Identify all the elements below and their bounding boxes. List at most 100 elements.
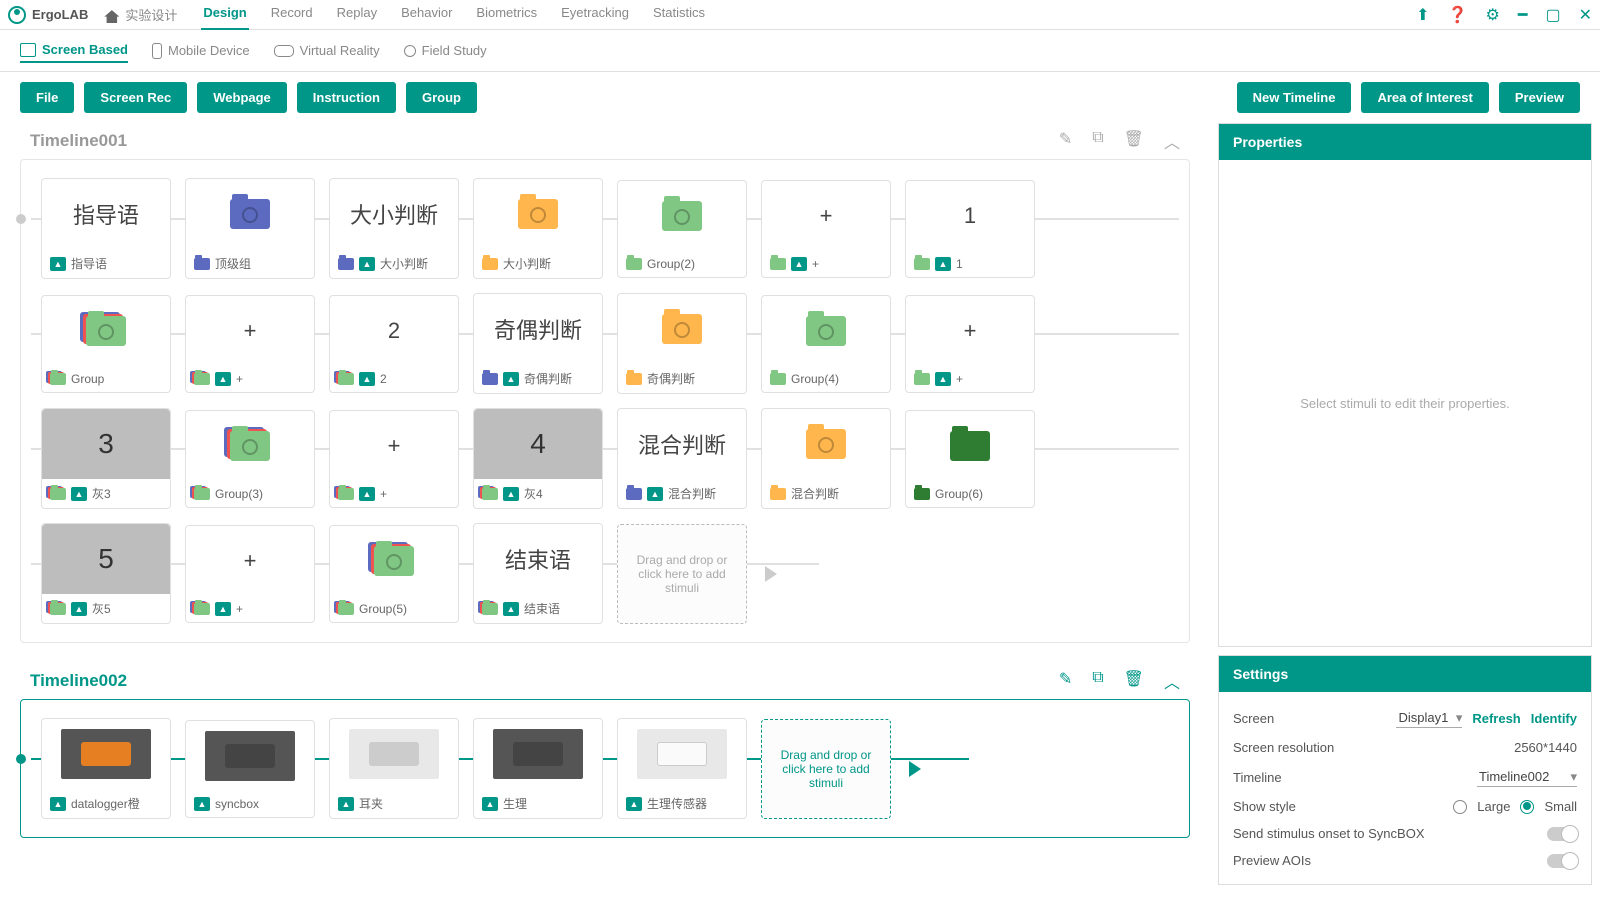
instruction-button[interactable]: Instruction bbox=[297, 82, 396, 113]
subnav-vr[interactable]: Virtual Reality bbox=[274, 38, 380, 63]
stimulus-node[interactable]: ▲生理 bbox=[473, 718, 603, 819]
stimulus-node[interactable]: +▲+ bbox=[329, 410, 459, 508]
folder-stack-icon bbox=[482, 603, 498, 615]
stimulus-node[interactable]: Group(4) bbox=[761, 295, 891, 393]
preview-button[interactable]: Preview bbox=[1499, 82, 1580, 113]
stimulus-node[interactable]: ▲生理传感器 bbox=[617, 718, 747, 819]
stimulus-node[interactable]: +▲+ bbox=[905, 295, 1035, 393]
folder-icon bbox=[806, 316, 846, 346]
stimulus-node[interactable]: 结束语▲结束语 bbox=[473, 523, 603, 624]
subnav-mobile[interactable]: Mobile Device bbox=[152, 38, 250, 63]
subnav-screen-based[interactable]: Screen Based bbox=[20, 38, 128, 63]
aoi-button[interactable]: Area of Interest bbox=[1361, 82, 1488, 113]
syncbox-toggle[interactable] bbox=[1547, 827, 1577, 841]
maximize-icon[interactable]: ▢ bbox=[1545, 5, 1560, 25]
timeline-body[interactable]: 指导语▲指导语 顶级组 大小判断▲大小判断 大小判断 Group(2) +▲+ … bbox=[20, 159, 1190, 643]
stimulus-node[interactable]: ▲datalogger橙 bbox=[41, 718, 171, 819]
stimulus-node[interactable]: Group bbox=[41, 295, 171, 393]
tab-record[interactable]: Record bbox=[269, 0, 315, 30]
edit-icon[interactable]: ✎ bbox=[1059, 129, 1072, 153]
stimulus-node[interactable]: 大小判断▲大小判断 bbox=[329, 178, 459, 279]
stimulus-node[interactable]: ▲耳夹 bbox=[329, 718, 459, 819]
help-icon[interactable]: ❓ bbox=[1448, 5, 1468, 25]
timeline-dropdown[interactable]: Timeline002 bbox=[1477, 767, 1577, 787]
stimulus-node[interactable]: 指导语▲指导语 bbox=[41, 178, 171, 279]
folder-stack-icon bbox=[194, 488, 210, 500]
tab-biometrics[interactable]: Biometrics bbox=[474, 0, 539, 30]
tab-design[interactable]: Design bbox=[201, 0, 248, 30]
group-button[interactable]: Group bbox=[406, 82, 477, 113]
stimulus-node[interactable]: +▲+ bbox=[761, 180, 891, 278]
tab-eyetracking[interactable]: Eyetracking bbox=[559, 0, 631, 30]
copy-icon[interactable]: ⧉ bbox=[1092, 129, 1103, 153]
stimulus-node[interactable]: 2▲2 bbox=[329, 295, 459, 393]
stimulus-node[interactable]: Group(6) bbox=[905, 410, 1035, 508]
radio-small[interactable] bbox=[1520, 800, 1534, 814]
thumbnail-icon bbox=[493, 729, 583, 779]
stimulus-node[interactable]: 3▲灰3 bbox=[41, 408, 171, 509]
tab-replay[interactable]: Replay bbox=[335, 0, 379, 30]
tab-statistics[interactable]: Statistics bbox=[651, 0, 707, 30]
folder-icon bbox=[338, 258, 354, 270]
right-panels: Properties Select stimuli to edit their … bbox=[1210, 123, 1600, 893]
stimulus-node[interactable]: Group(5) bbox=[329, 525, 459, 623]
collapse-icon[interactable]: ︿ bbox=[1164, 669, 1180, 693]
folder-stack-icon bbox=[50, 488, 66, 500]
folder-stack-icon bbox=[338, 488, 354, 500]
stimulus-node[interactable]: 1▲1 bbox=[905, 180, 1035, 278]
folder-icon bbox=[482, 373, 498, 385]
stimulus-node[interactable]: +▲+ bbox=[185, 525, 315, 623]
drop-zone[interactable]: Drag and drop or click here to add stimu… bbox=[617, 524, 747, 624]
refresh-link[interactable]: Refresh bbox=[1472, 711, 1520, 726]
timeline-body[interactable]: ▲datalogger橙 ▲syncbox ▲耳夹 ▲生理 ▲生理传感器 Dra… bbox=[20, 699, 1190, 838]
stimulus-node[interactable]: 混合判断▲混合判断 bbox=[617, 408, 747, 509]
webpage-button[interactable]: Webpage bbox=[197, 82, 287, 113]
radio-large[interactable] bbox=[1453, 800, 1467, 814]
image-icon: ▲ bbox=[215, 372, 231, 386]
stimulus-node[interactable]: 顶级组 bbox=[185, 178, 315, 279]
folder-icon bbox=[626, 258, 642, 270]
preview-aoi-toggle[interactable] bbox=[1547, 854, 1577, 868]
stimulus-node[interactable]: 奇偶判断▲奇偶判断 bbox=[473, 293, 603, 394]
identify-link[interactable]: Identify bbox=[1531, 711, 1577, 726]
folder-stack-icon bbox=[338, 373, 354, 385]
new-timeline-button[interactable]: New Timeline bbox=[1237, 82, 1352, 113]
gear-icon[interactable]: ⚙ bbox=[1485, 5, 1499, 25]
stimulus-node[interactable]: +▲+ bbox=[185, 295, 315, 393]
delete-icon[interactable]: 🗑 bbox=[1124, 129, 1144, 153]
stimulus-node[interactable]: 奇偶判断 bbox=[617, 293, 747, 394]
screen-dropdown[interactable]: Display1 bbox=[1396, 708, 1462, 728]
folder-icon bbox=[626, 488, 642, 500]
image-icon: ▲ bbox=[71, 487, 87, 501]
folder-icon bbox=[482, 258, 498, 270]
stimulus-node[interactable]: Group(2) bbox=[617, 180, 747, 278]
stimulus-node[interactable]: ▲syncbox bbox=[185, 720, 315, 818]
timeline-actions: ✎ ⧉ 🗑 ︿ bbox=[1059, 669, 1180, 693]
image-icon: ▲ bbox=[215, 602, 231, 616]
minimize-icon[interactable]: ━ bbox=[1518, 5, 1528, 25]
drop-zone[interactable]: Drag and drop or click here to add stimu… bbox=[761, 719, 891, 819]
tab-experiment-design[interactable]: 实验设计 bbox=[102, 0, 181, 30]
canvas-area: Timeline001 ✎ ⧉ 🗑 ︿ 指导语▲指导语 顶级组 大小判断▲大小判… bbox=[0, 123, 1210, 893]
tab-behavior[interactable]: Behavior bbox=[399, 0, 454, 30]
top-tabs: 实验设计 Design Record Replay Behavior Biome… bbox=[102, 0, 1416, 30]
stimulus-node[interactable]: 混合判断 bbox=[761, 408, 891, 509]
folder-icon bbox=[518, 199, 558, 229]
image-icon: ▲ bbox=[50, 797, 66, 811]
edit-icon[interactable]: ✎ bbox=[1059, 669, 1072, 693]
mobile-icon bbox=[152, 43, 162, 59]
stimulus-node[interactable]: 4▲灰4 bbox=[473, 408, 603, 509]
image-icon: ▲ bbox=[935, 257, 951, 271]
subnav-field[interactable]: Field Study bbox=[404, 38, 487, 63]
screenrec-button[interactable]: Screen Rec bbox=[84, 82, 187, 113]
file-button[interactable]: File bbox=[20, 82, 74, 113]
stimulus-node[interactable]: 大小判断 bbox=[473, 178, 603, 279]
upload-icon[interactable]: ⬆ bbox=[1416, 5, 1429, 25]
collapse-icon[interactable]: ︿ bbox=[1164, 129, 1180, 153]
stimulus-node[interactable]: Group(3) bbox=[185, 410, 315, 508]
copy-icon[interactable]: ⧉ bbox=[1092, 669, 1103, 693]
stimulus-node[interactable]: 5▲灰5 bbox=[41, 523, 171, 624]
close-icon[interactable]: ✕ bbox=[1579, 5, 1592, 25]
delete-icon[interactable]: 🗑 bbox=[1124, 669, 1144, 693]
properties-empty-text: Select stimuli to edit their properties. bbox=[1219, 160, 1591, 646]
